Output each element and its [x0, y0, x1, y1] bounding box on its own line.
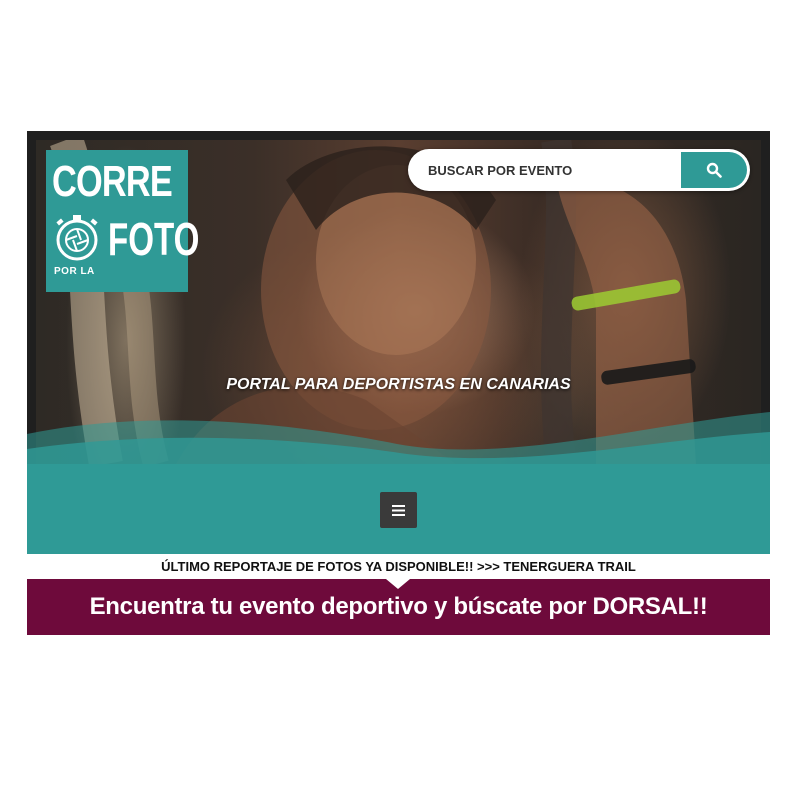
event-search-box — [408, 149, 750, 191]
logo-text-corre: CORRE — [52, 157, 173, 206]
hero-section: CORRE FOTO POR LA BUSCAR POR EVENTO PORT… — [27, 131, 770, 464]
event-search-input[interactable] — [408, 149, 678, 191]
search-button[interactable] — [681, 152, 747, 188]
hamburger-menu-icon — [392, 504, 405, 516]
menu-toggle-button[interactable] — [380, 492, 417, 528]
navigation-bar — [27, 464, 770, 554]
logo-text-por-la: POR LA — [54, 266, 95, 277]
page: CORRE FOTO POR LA BUSCAR POR EVENTO PORT… — [0, 0, 800, 800]
dorsal-search-banner: Encuentra tu evento deportivo y búscate … — [27, 579, 770, 635]
hero-wave-divider — [27, 412, 770, 464]
site-header: CORRE FOTO POR LA BUSCAR POR EVENTO PORT… — [27, 131, 770, 635]
search-icon — [706, 162, 722, 178]
logo-text-foto: FOTO — [108, 213, 200, 265]
stopwatch-aperture-icon — [56, 215, 98, 261]
banner-notch — [386, 579, 410, 589]
latest-report-ticker[interactable]: ÚLTIMO REPORTAJE DE FOTOS YA DISPONIBLE!… — [27, 555, 770, 579]
site-logo[interactable]: CORRE FOTO POR LA — [46, 150, 199, 292]
banner-text: Encuentra tu evento deportivo y búscate … — [89, 593, 708, 620]
hero-tagline: PORTAL PARA DEPORTISTAS EN CANARIAS — [226, 376, 571, 393]
